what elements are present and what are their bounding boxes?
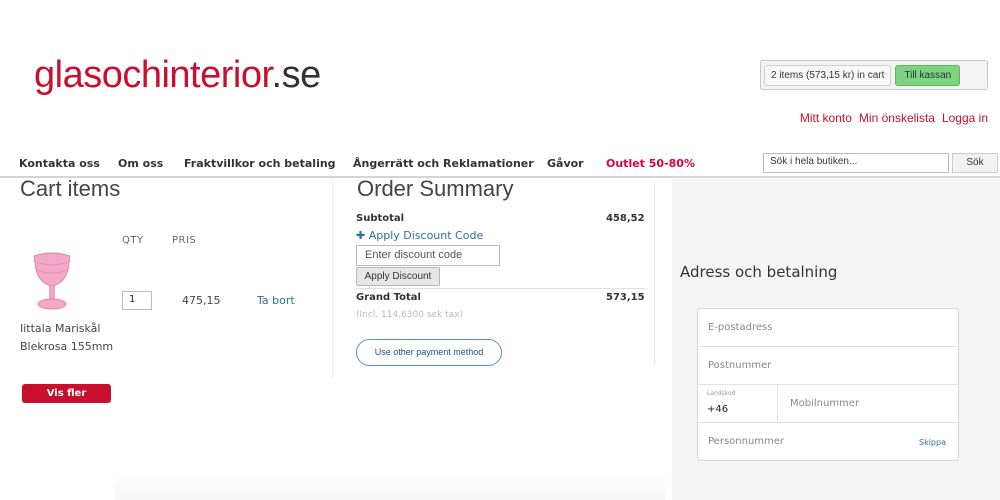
nav-item-outlet[interactable]: Outlet 50-80%	[606, 157, 695, 170]
account-links: Mitt konto Min önskelista Logga in	[800, 111, 988, 125]
nav-item-kontakta[interactable]: Kontakta oss	[19, 157, 100, 170]
main-nav: Kontakta oss Om oss Fraktvillkor och bet…	[0, 150, 1000, 178]
grand-total-label: Grand Total	[356, 292, 421, 303]
address-payment-title: Adress och betalning	[680, 263, 838, 281]
nav-item-gavor[interactable]: Gåvor	[547, 157, 584, 170]
tax-note: (Incl. 114.6300 sek tax)	[356, 310, 464, 320]
subtotal-value: 458,52	[606, 213, 645, 224]
other-payment-button[interactable]: Use other payment method	[356, 339, 502, 366]
mini-cart: 2 items (573,15 kr) in cart Till kassan	[760, 60, 988, 90]
phone-row: Landskod +46 Mobilnummer	[698, 385, 958, 423]
skip-link[interactable]: Skippa	[919, 438, 946, 447]
product-image[interactable]	[28, 250, 76, 312]
wishlist-link[interactable]: Min önskelista	[859, 111, 935, 125]
country-code-label: Landskod	[707, 390, 736, 397]
my-account-link[interactable]: Mitt konto	[800, 111, 852, 125]
mobile-field[interactable]: Mobilnummer	[790, 398, 859, 409]
nav-item-frakt[interactable]: Fraktvillkor och betaling	[184, 157, 336, 170]
apply-discount-link[interactable]: ✚ Apply Discount Code	[356, 229, 483, 242]
personnummer-field[interactable]: Personnummer	[708, 436, 784, 447]
personnummer-row[interactable]: Personnummer Skippa	[698, 423, 958, 461]
logo-tld: .se	[271, 54, 322, 96]
apply-discount-button[interactable]: Apply Discount	[356, 267, 440, 286]
checkout-button[interactable]: Till kassan	[895, 64, 961, 86]
summary-divider	[356, 288, 646, 289]
search-input[interactable]: Sök i hela butiken...	[763, 153, 949, 173]
item-price: 475,15	[182, 294, 221, 307]
plus-icon: ✚	[356, 229, 369, 242]
checkout-form: E-postadress Postnummer Landskod +46 Mob…	[697, 308, 959, 461]
cart-summary-button[interactable]: 2 items (573,15 kr) in cart	[764, 64, 892, 86]
column-divider	[654, 180, 655, 365]
discount-code-input[interactable]: Enter discount code	[356, 245, 500, 266]
apply-discount-label: Apply Discount Code	[368, 229, 484, 242]
nav-item-om-oss[interactable]: Om oss	[118, 157, 163, 170]
logo-main: glasochinterior	[34, 54, 272, 96]
order-summary-title: Order Summary	[357, 176, 514, 201]
email-row[interactable]: E-postadress	[698, 309, 958, 347]
remove-item-link[interactable]: Ta bort	[257, 294, 295, 307]
nav-item-angerratt[interactable]: Ångerrätt och Reklamationer	[353, 157, 534, 170]
site-logo[interactable]: glasochinterior.se	[34, 54, 321, 97]
product-name[interactable]: Iittala Mariskål Blekrosa 155mm	[20, 320, 130, 356]
country-code-value: +46	[707, 404, 729, 415]
grand-total-value: 573,15	[606, 292, 645, 303]
postnummer-field[interactable]: Postnummer	[708, 360, 771, 371]
price-column-header: PRIS	[172, 235, 197, 246]
cart-items-title: Cart items	[20, 176, 121, 201]
column-divider	[332, 180, 333, 378]
subtotal-label: Subtotal	[356, 213, 405, 224]
qty-input[interactable]: 1	[122, 291, 152, 310]
email-field[interactable]: E-postadress	[708, 322, 772, 333]
bottom-shade	[115, 470, 665, 500]
show-more-button[interactable]: Vis fler	[22, 384, 111, 403]
qty-column-header: QTY	[122, 235, 144, 246]
search-button[interactable]: Sök	[952, 153, 998, 173]
country-code-select[interactable]: Landskod +46	[698, 385, 778, 423]
postnummer-row[interactable]: Postnummer	[698, 347, 958, 385]
login-link[interactable]: Logga in	[942, 111, 988, 125]
